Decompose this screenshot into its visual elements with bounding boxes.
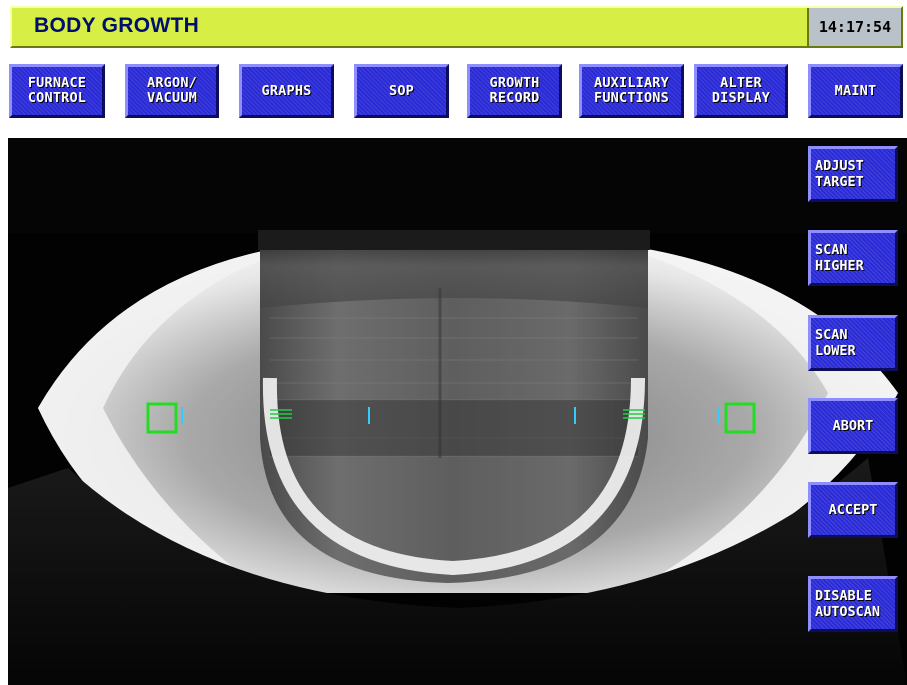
growth-record-button[interactable]: GROWTH RECORD — [467, 64, 562, 118]
furnace-control-button[interactable]: FURNACE CONTROL — [9, 64, 105, 118]
melt-camera-image — [8, 138, 907, 685]
scan-higher-button[interactable]: SCAN HIGHER — [808, 230, 898, 286]
sop-button[interactable]: SOP — [354, 64, 449, 118]
adjust-target-button[interactable]: ADJUST TARGET — [808, 146, 898, 202]
graphs-button[interactable]: GRAPHS — [239, 64, 334, 118]
camera-view: ADJUST TARGET SCAN HIGHER SCAN LOWER ABO… — [8, 138, 907, 685]
accept-button[interactable]: ACCEPT — [808, 482, 898, 538]
abort-button[interactable]: ABORT — [808, 398, 898, 454]
clock-display: 14:17:54 — [807, 8, 901, 46]
scan-lower-button[interactable]: SCAN LOWER — [808, 315, 898, 371]
maint-button[interactable]: MAINT — [808, 64, 903, 118]
alter-display-button[interactable]: ALTER DISPLAY — [694, 64, 788, 118]
title-bar: BODY GROWTH 14:17:54 — [10, 6, 903, 48]
argon-vacuum-button[interactable]: ARGON/ VACUUM — [125, 64, 219, 118]
top-menu-bar: FURNACE CONTROL ARGON/ VACUUM GRAPHS SOP… — [0, 50, 907, 138]
page-title: BODY GROWTH — [34, 14, 200, 37]
auxiliary-functions-button[interactable]: AUXILIARY FUNCTIONS — [579, 64, 684, 118]
disable-autoscan-button[interactable]: DISABLE AUTOSCAN — [808, 576, 898, 632]
